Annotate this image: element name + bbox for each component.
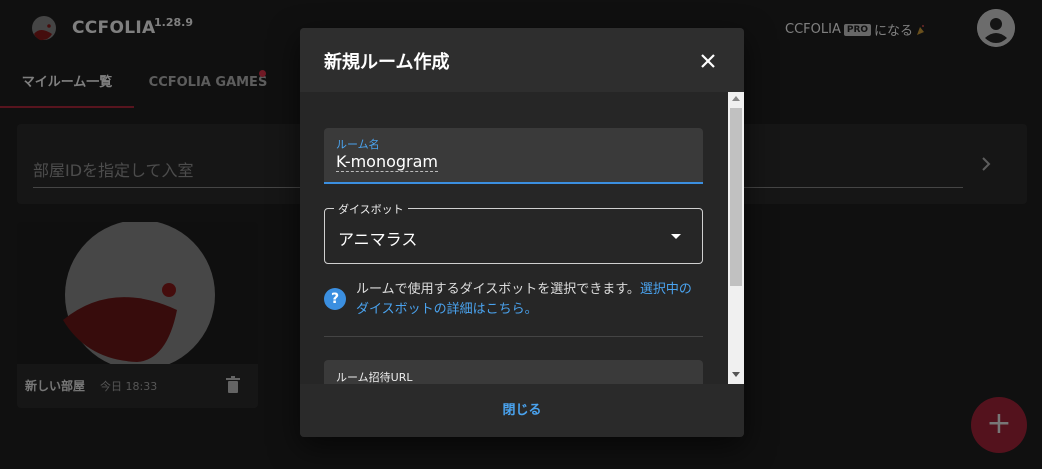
- room-name-label: ルーム名: [336, 138, 380, 151]
- dialog-title: 新規ルーム作成: [324, 52, 450, 73]
- invite-url-label: ルーム招待URL: [336, 371, 413, 384]
- invite-url-field[interactable]: ルーム招待URL: [324, 360, 703, 384]
- new-room-dialog: 新規ルーム作成 ルーム名 K-monogram ダイスボット アニマラス ? ル…: [300, 28, 744, 437]
- close-button[interactable]: 閉じる: [480, 396, 564, 426]
- dice-bot-label: ダイスボット: [334, 201, 408, 217]
- scroll-down-arrow-icon[interactable]: [732, 372, 740, 377]
- dropdown-arrow-icon[interactable]: [671, 234, 681, 239]
- room-name-field[interactable]: ルーム名 K-monogram: [324, 128, 703, 184]
- help-icon: ?: [324, 288, 346, 310]
- room-name-input[interactable]: K-monogram: [336, 153, 439, 172]
- close-icon[interactable]: [695, 48, 721, 74]
- scrollbar[interactable]: [728, 92, 744, 384]
- help-text: ルームで使用するダイスボットを選択できます。: [356, 282, 640, 297]
- dice-bot-help: ルームで使用するダイスボットを選択できます。選択中のダイスボットの詳細はこちら。: [356, 280, 704, 320]
- scroll-up-arrow-icon[interactable]: [732, 96, 740, 101]
- dice-bot-value[interactable]: アニマラス: [338, 226, 417, 250]
- dialog-footer: 閉じる: [300, 384, 744, 437]
- divider: [324, 336, 703, 337]
- scroll-thumb[interactable]: [730, 108, 742, 286]
- dialog-header: 新規ルーム作成: [300, 28, 744, 92]
- dialog-body: ルーム名 K-monogram ダイスボット アニマラス ? ルームで使用するダ…: [300, 92, 744, 384]
- dice-bot-select[interactable]: ダイスボット アニマラス: [324, 201, 703, 264]
